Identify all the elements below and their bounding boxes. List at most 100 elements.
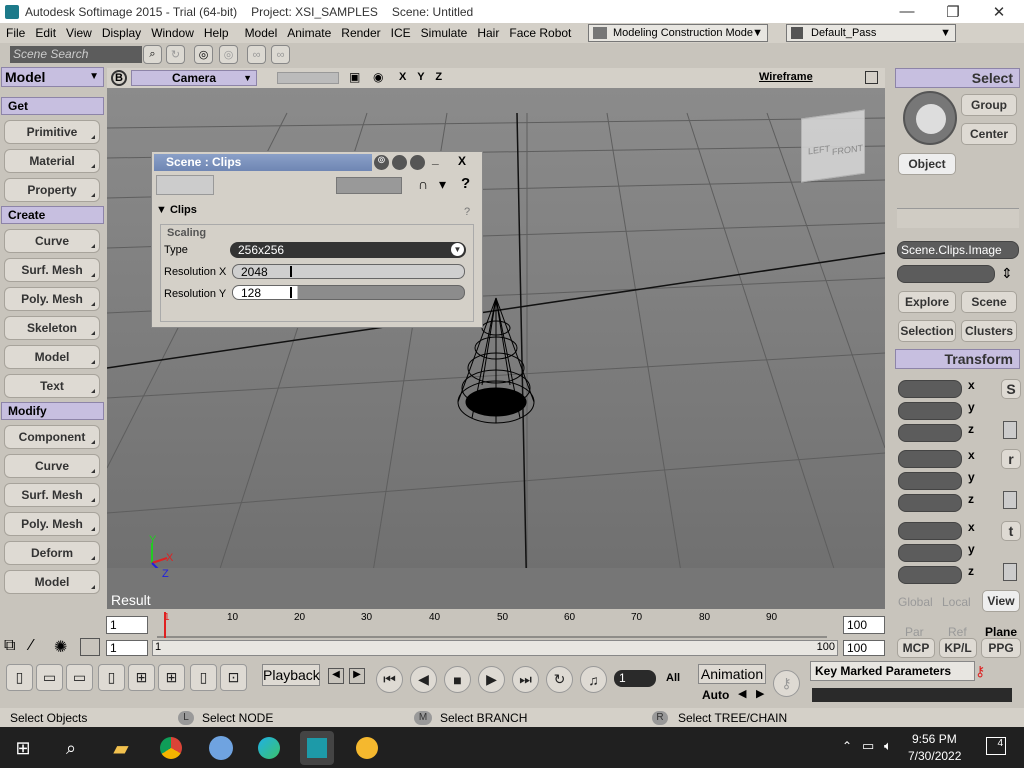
viewport[interactable]: LEFT FRONT X Y Z Result — [107, 68, 885, 609]
create-surf-mesh-button[interactable]: Surf. Mesh — [4, 258, 100, 282]
translate-z-field[interactable] — [898, 566, 962, 584]
layout-mixed-icon[interactable]: ⊡ — [220, 664, 247, 691]
scene-button[interactable]: Scene — [961, 291, 1017, 313]
next-key-icon[interactable]: ▶ — [349, 668, 365, 684]
translate-lock-icon[interactable] — [1003, 563, 1017, 581]
create-curve-button[interactable]: Curve — [4, 229, 100, 253]
link-icon[interactable]: ∞ — [247, 45, 266, 64]
timeline-end-field[interactable]: 100 — [843, 616, 885, 634]
tray-chevron-icon[interactable]: ⌃ — [842, 739, 852, 753]
maximize-viewport-icon[interactable] — [865, 71, 878, 84]
windows-start-icon[interactable]: ⊞ — [6, 731, 40, 765]
softimage-taskbar-icon[interactable] — [300, 731, 334, 765]
audio-icon[interactable]: ♫ — [580, 666, 607, 693]
selection-field[interactable]: Scene.Clips.Image — [897, 241, 1019, 259]
modify-model-button[interactable]: Model — [4, 570, 100, 594]
layout-3-icon[interactable]: ▭ — [66, 664, 93, 691]
modify-curve-button[interactable]: Curve — [4, 454, 100, 478]
timeline-start-field[interactable]: 1 — [106, 616, 148, 634]
par-toggle[interactable]: Par — [905, 625, 924, 639]
menu-window[interactable]: Window — [151, 26, 194, 40]
filter-bar[interactable] — [897, 208, 1019, 228]
menu-help[interactable]: Help — [204, 26, 229, 40]
type-dropdown[interactable]: 256x256 ▼ — [230, 242, 466, 258]
menu-model[interactable]: Model — [245, 26, 278, 40]
file-explorer-icon[interactable]: ▰ — [104, 731, 138, 765]
play-icon[interactable]: ▶ — [478, 666, 505, 693]
menu-simulate[interactable]: Simulate — [421, 26, 468, 40]
all-toggle[interactable]: All — [666, 672, 680, 684]
explore-button[interactable]: Explore — [898, 291, 956, 313]
translate-y-field[interactable] — [898, 544, 962, 562]
section-get[interactable]: Get — [1, 97, 104, 115]
key-marked-parameters-button[interactable]: Key Marked Parameters — [810, 661, 975, 681]
global-toggle[interactable]: Global — [898, 595, 933, 609]
rotate-x-field[interactable] — [898, 450, 962, 468]
center-button[interactable]: Center — [961, 123, 1017, 145]
scale-y-field[interactable] — [898, 402, 962, 420]
deform-button[interactable]: Deform — [4, 541, 100, 565]
lock-icon[interactable]: ⊚ — [374, 155, 389, 170]
menu-edit[interactable]: Edit — [35, 26, 56, 40]
auto-key-toggle[interactable]: Auto — [702, 688, 729, 702]
plane-toggle[interactable]: Plane — [985, 625, 1017, 639]
menu-display[interactable]: Display — [102, 26, 141, 40]
viewport-tabs[interactable] — [277, 72, 339, 84]
pick-icon[interactable]: ◎ — [194, 45, 213, 64]
nodes-icon[interactable]: ⧉ — [4, 637, 15, 655]
mode-selector[interactable]: Model ▼ — [1, 67, 104, 87]
search-icon[interactable]: ⌕ — [143, 45, 162, 64]
scene-search-input[interactable]: Scene Search — [10, 46, 142, 63]
animation-menu[interactable]: Animation — [698, 664, 766, 684]
material-button[interactable]: Material — [4, 149, 100, 173]
skeleton-button[interactable]: Skeleton — [4, 316, 100, 340]
prev-anim-icon[interactable]: ◀ — [738, 687, 746, 700]
refresh-icon[interactable]: ↻ — [166, 45, 185, 64]
dialog-minimize-button[interactable]: _ — [432, 152, 439, 166]
layout-2-icon[interactable]: ▭ — [36, 664, 63, 691]
minimize-button[interactable]: — — [884, 0, 930, 23]
menu-animate[interactable]: Animate — [287, 26, 331, 40]
dialog-title[interactable]: Scene : Clips — [154, 154, 372, 171]
resolution-x-value[interactable]: 2048 — [241, 265, 268, 279]
create-poly-mesh-button[interactable]: Poly. Mesh — [4, 287, 100, 311]
menu-view[interactable]: View — [66, 26, 92, 40]
clock-date[interactable]: 7/30/2022 — [908, 749, 961, 763]
search-icon[interactable]: ⌕ — [54, 731, 88, 765]
menu-ice[interactable]: ICE — [391, 26, 411, 40]
kpl-tab[interactable]: KP/L — [939, 638, 977, 658]
property-button[interactable]: Property — [4, 178, 100, 202]
current-frame-field[interactable]: 1 — [614, 670, 656, 687]
first-frame-icon[interactable]: ⏮ — [376, 666, 403, 693]
notifications-icon[interactable]: 4 — [986, 737, 1006, 755]
restore-button[interactable]: ❐ — [930, 0, 976, 23]
layout-split-icon[interactable]: ▯ — [190, 664, 217, 691]
section-help-icon[interactable]: ? — [464, 206, 470, 218]
prev-frame-icon[interactable]: ◀ — [410, 666, 437, 693]
scale-x-field[interactable] — [898, 380, 962, 398]
camera-dropdown[interactable]: Camera ▼ — [131, 70, 257, 86]
brush-icon[interactable]: ⁄ — [30, 637, 33, 655]
palette-icon[interactable]: ✺ — [54, 637, 67, 657]
range-start-field[interactable]: 1 — [106, 640, 148, 656]
menu-render[interactable]: Render — [341, 26, 380, 40]
ref-toggle[interactable]: Ref — [948, 625, 967, 639]
info-icon[interactable] — [410, 155, 425, 170]
key-icon[interactable]: ⚷ — [773, 670, 800, 697]
range-end-field[interactable]: 100 — [843, 640, 885, 656]
loop-icon[interactable]: ↻ — [546, 666, 573, 693]
preset-arrows-icon[interactable] — [336, 177, 402, 194]
pass-dropdown[interactable]: Default_Pass ▼ — [786, 24, 956, 42]
section-create[interactable]: Create — [1, 206, 104, 224]
text-button[interactable]: Text — [4, 374, 100, 398]
timeline[interactable]: 1 10 20 30 40 50 60 70 80 90 — [107, 612, 885, 638]
mcp-tab[interactable]: MCP — [897, 638, 935, 658]
ppg-tab[interactable]: PPG — [981, 638, 1021, 658]
camera-icon[interactable]: ▣ — [349, 70, 360, 84]
layout-icon[interactable] — [80, 638, 100, 656]
axes-label[interactable]: X Y Z — [399, 71, 446, 83]
bucket-icon[interactable]: ▾ — [439, 176, 446, 193]
modify-surf-mesh-button[interactable]: Surf. Mesh — [4, 483, 100, 507]
unlink-icon[interactable]: ∞ — [271, 45, 290, 64]
arrows-icon[interactable]: ⇕ — [1001, 265, 1013, 282]
